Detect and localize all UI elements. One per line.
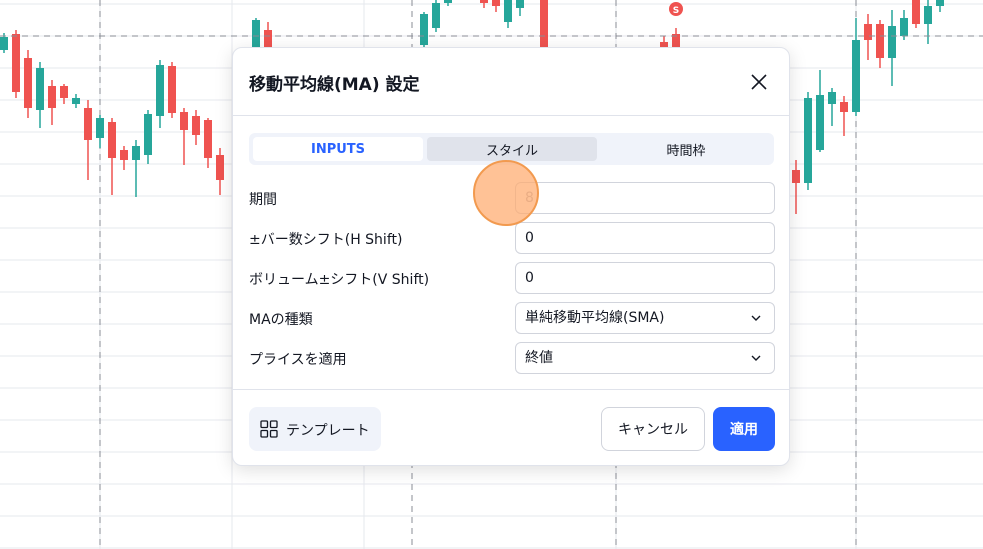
candle-body xyxy=(420,14,428,45)
tab-bar: INPUTS スタイル 時間枠 xyxy=(249,133,774,165)
candle-body xyxy=(264,30,272,48)
candle-body xyxy=(540,0,548,50)
sell-marker[interactable]: S xyxy=(669,2,683,16)
footer-divider xyxy=(233,389,789,390)
apply-price-select[interactable]: 終値 xyxy=(515,342,775,374)
apply-price-value: 終値 xyxy=(525,350,553,366)
chevron-down-icon xyxy=(751,355,761,361)
candle-body xyxy=(12,34,20,92)
candle-body xyxy=(852,40,860,112)
candle-body xyxy=(96,118,104,138)
candle-body xyxy=(108,122,116,158)
candle-body xyxy=(432,3,440,28)
close-icon xyxy=(751,74,767,90)
dialog-title: 移動平均線(MA) 設定 xyxy=(249,75,420,95)
header-divider xyxy=(233,115,789,116)
candle-body xyxy=(816,95,824,150)
v-shift-label: ボリューム±シフト(V Shift) xyxy=(249,272,430,288)
template-button[interactable]: テンプレート xyxy=(249,407,381,451)
chevron-down-icon xyxy=(751,315,761,321)
candle-body xyxy=(168,66,176,113)
grid-icon xyxy=(260,420,278,438)
sell-marker-label: S xyxy=(673,6,679,16)
apply-button[interactable]: 適用 xyxy=(713,407,775,451)
row-ma-type: MAの種類 単純移動平均線(SMA) xyxy=(233,302,789,334)
candle-body xyxy=(36,68,44,110)
candle-body xyxy=(60,86,68,98)
cancel-button[interactable]: キャンセル xyxy=(601,407,705,451)
tab-inputs[interactable]: INPUTS xyxy=(253,137,423,161)
candle-body xyxy=(912,0,920,24)
candle-body xyxy=(444,0,452,3)
candle-body xyxy=(156,65,164,116)
candle-body xyxy=(492,0,500,6)
candle-body xyxy=(480,0,488,3)
candle-body xyxy=(204,120,212,158)
apply-price-label: プライスを適用 xyxy=(249,352,347,368)
row-v-shift: ボリューム±シフト(V Shift) 0 xyxy=(233,262,789,294)
tab-style[interactable]: スタイル xyxy=(427,137,597,161)
candle-body xyxy=(792,170,800,183)
candle-body xyxy=(72,98,80,104)
ma-type-value: 単純移動平均線(SMA) xyxy=(525,310,665,326)
candle-body xyxy=(888,26,896,58)
candle-body xyxy=(48,86,56,108)
candle-body xyxy=(804,98,812,183)
candle-body xyxy=(216,155,224,180)
candle-body xyxy=(120,150,128,160)
candle-body xyxy=(924,6,932,24)
candle-body xyxy=(936,0,944,6)
h-shift-label: ±バー数シフト(H Shift) xyxy=(249,232,403,248)
h-shift-input[interactable]: 0 xyxy=(515,222,775,254)
row-h-shift: ±バー数シフト(H Shift) 0 xyxy=(233,222,789,254)
candle-body xyxy=(876,24,884,58)
candle-body xyxy=(828,92,836,104)
candle-body xyxy=(516,0,524,8)
period-input[interactable]: 8 xyxy=(515,182,775,214)
candle-body xyxy=(84,108,92,140)
ma-settings-dialog: 移動平均線(MA) 設定 INPUTS スタイル 時間枠 期間 8 ±バー数シフ… xyxy=(232,47,790,466)
candle-body xyxy=(180,112,188,130)
v-shift-input[interactable]: 0 xyxy=(515,262,775,294)
candle-body xyxy=(0,37,8,50)
candle-body xyxy=(504,0,512,22)
ma-type-label: MAの種類 xyxy=(249,312,313,328)
candle-body xyxy=(144,114,152,155)
candle-body xyxy=(192,116,200,135)
close-button[interactable] xyxy=(745,68,773,96)
candle-body xyxy=(840,102,848,112)
candle-body xyxy=(900,18,908,36)
period-label: 期間 xyxy=(249,192,277,208)
ma-type-select[interactable]: 単純移動平均線(SMA) xyxy=(515,302,775,334)
tab-timeframe[interactable]: 時間枠 xyxy=(601,137,771,161)
candle-body xyxy=(24,58,32,108)
candle-body xyxy=(132,146,140,160)
row-period: 期間 8 xyxy=(233,182,789,214)
template-label: テンプレート xyxy=(286,423,370,439)
row-apply-price: プライスを適用 終値 xyxy=(233,342,789,374)
candle-body xyxy=(864,24,872,40)
